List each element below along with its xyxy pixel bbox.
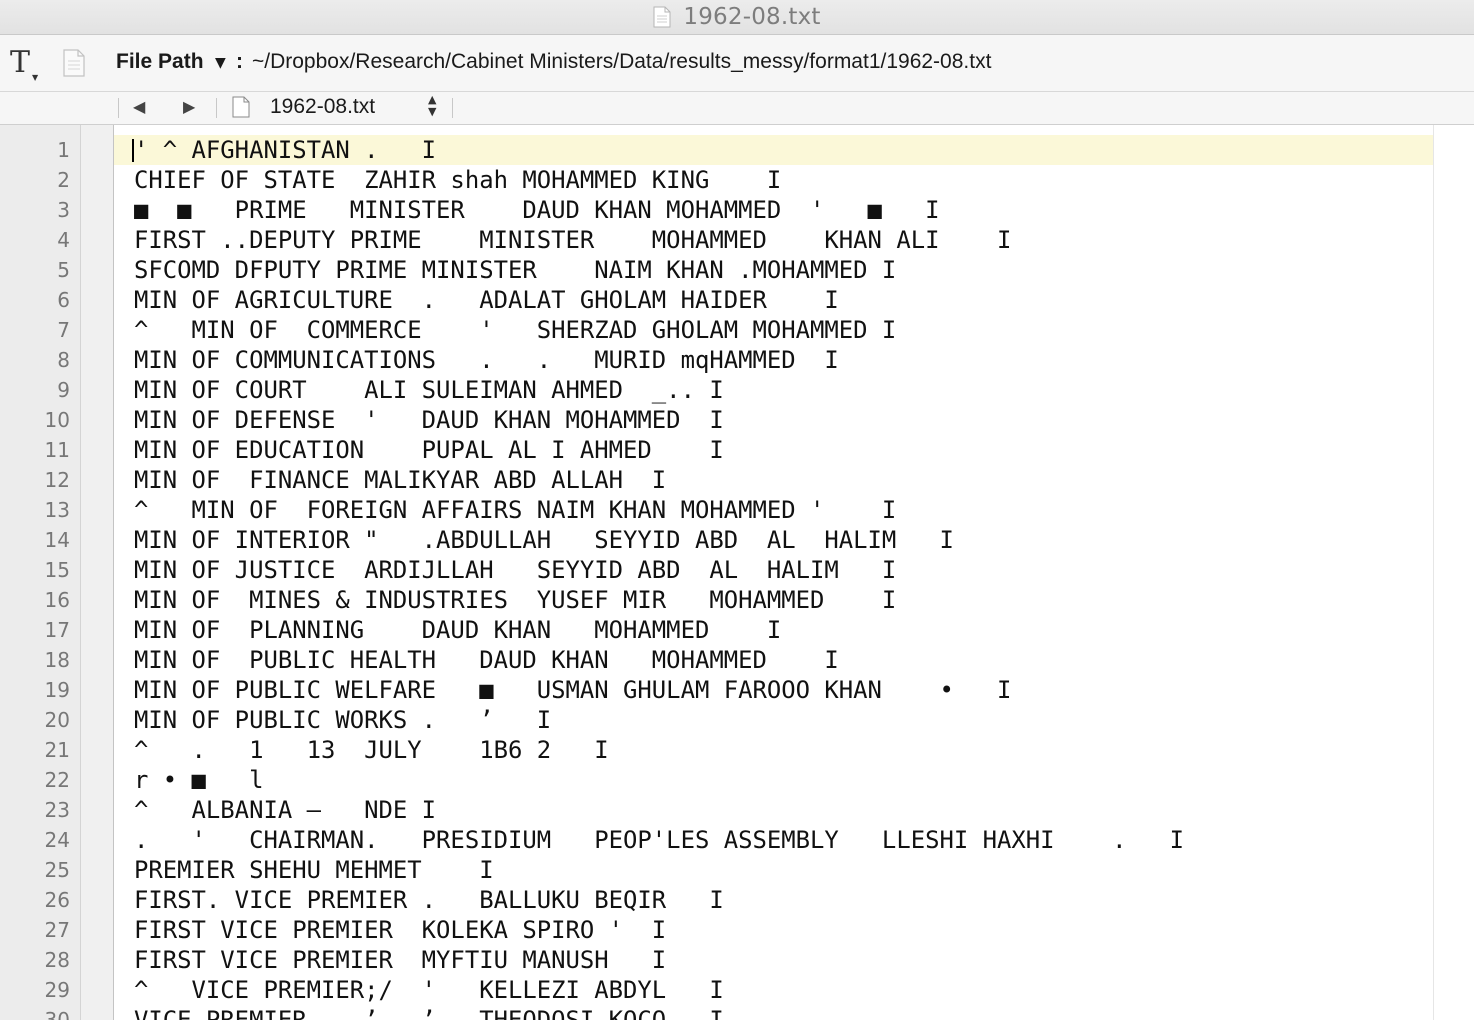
- document-icon: [653, 6, 671, 28]
- navigation-bar: ◀ ▶ 1962-08.txt ▲ ▼: [0, 92, 1474, 125]
- text-editor[interactable]: 1 2 3 4 5 6 7 8 9 10 11 12 13 14 15 16 17 18 19 20 21 22 23 24 2…: [0, 125, 1474, 1020]
- document-icon: [232, 96, 250, 118]
- line-number: 25: [44, 858, 70, 882]
- text-line[interactable]: r • ■ l: [134, 765, 1424, 795]
- line-number: 4: [57, 228, 70, 252]
- text-line[interactable]: MIN OF PUBLIC HEALTH DAUD KHAN MOHAMMED …: [134, 645, 1424, 675]
- path-bar: T ▼ File Path ▼ : ~/Dropbox/Research/Cab…: [0, 35, 1474, 92]
- fold-column[interactable]: [81, 125, 114, 1020]
- line-number: 15: [44, 558, 70, 582]
- text-line[interactable]: PREMIER SHEHU MEHMET I: [134, 855, 1424, 885]
- text-line[interactable]: CHIEF OF STATE ZAHIR shah MOHAMMED KING …: [134, 165, 1424, 195]
- text-format-button[interactable]: T ▼: [10, 45, 40, 82]
- line-number: 14: [44, 528, 70, 552]
- text-line[interactable]: MIN OF FINANCE MALIKYAR ABD ALLAH I: [134, 465, 1424, 495]
- line-number: 30: [44, 1008, 70, 1020]
- text-line[interactable]: FIRST VICE PREMIER KOLEKA SPIRO ' I: [134, 915, 1424, 945]
- divider: [452, 98, 453, 118]
- file-path-menu[interactable]: File Path: [116, 50, 204, 74]
- line-number: 29: [44, 978, 70, 1002]
- line-number: 24: [44, 828, 70, 852]
- path-colon: :: [236, 50, 243, 73]
- text-content[interactable]: ' ^ AFGHANISTAN . I CHIEF OF STATE ZAHIR …: [134, 135, 1424, 1020]
- text-line[interactable]: ^ MIN OF FOREIGN AFFAIRS NAIM KHAN MOHAM…: [134, 495, 1424, 525]
- line-number: 16: [44, 588, 70, 612]
- line-number: 8: [57, 348, 70, 372]
- text-line[interactable]: ■ ■ PRIME MINISTER DAUD KHAN MOHAMMED ' …: [134, 195, 1424, 225]
- line-number: 26: [44, 888, 70, 912]
- text-line[interactable]: MIN OF MINES & INDUSTRIES YUSEF MIR MOHA…: [134, 585, 1424, 615]
- text-line[interactable]: ^ ALBANIA – NDE I: [134, 795, 1424, 825]
- line-numbers: 1 2 3 4 5 6 7 8 9 10 11 12 13 14 15 16 17 18 19 20 21 22 23 24 2…: [0, 135, 70, 1020]
- line-number: 17: [44, 618, 70, 642]
- text-cursor: [132, 139, 134, 162]
- line-number: 23: [44, 798, 70, 822]
- text-line[interactable]: MIN OF JUSTICE ARDIJLLAH SEYYID ABD AL H…: [134, 555, 1424, 585]
- title-bar: 1962-08.txt: [0, 0, 1474, 35]
- line-number: 11: [44, 438, 70, 462]
- line-number: 19: [44, 678, 70, 702]
- text-line[interactable]: MIN OF EDUCATION PUPAL AL I AHMED I: [134, 435, 1424, 465]
- text-line[interactable]: MIN OF PUBLIC WORKS . ’ I: [134, 705, 1424, 735]
- text-line[interactable]: ^ MIN OF COMMERCE ' SHERZAD GHOLAM MOHAM…: [134, 315, 1424, 345]
- text-line[interactable]: . ' CHAIRMAN. PRESIDIUM PEOP'LES ASSEMBL…: [134, 825, 1424, 855]
- text-line[interactable]: MIN OF DEFENSE ' DAUD KHAN MOHAMMED I: [134, 405, 1424, 435]
- forward-arrow-icon[interactable]: ▶: [183, 97, 195, 116]
- line-number-gutter: 1 2 3 4 5 6 7 8 9 10 11 12 13 14 15 16 17 18 19 20 21 22 23 24 2…: [0, 125, 81, 1020]
- divider: [118, 98, 119, 118]
- text-line[interactable]: MIN OF PLANNING DAUD KHAN MOHAMMED I: [134, 615, 1424, 645]
- line-number: 7: [57, 318, 70, 342]
- line-number: 10: [44, 408, 70, 432]
- line-number: 5: [57, 258, 70, 282]
- text-line[interactable]: ^ VICE PREMIER;/ ' KELLEZI ABDYL I: [134, 975, 1424, 1005]
- text-line[interactable]: MIN OF COURT ALI SULEIMAN AHMED _.. I: [134, 375, 1424, 405]
- chevron-down-icon[interactable]: ▼: [215, 55, 226, 71]
- line-number: 28: [44, 948, 70, 972]
- line-number: 20: [44, 708, 70, 732]
- text-line[interactable]: FIRST VICE PREMIER MYFTIU MANUSH I: [134, 945, 1424, 975]
- text-line[interactable]: MIN OF COMMUNICATIONS . . MURID mqHAMMED…: [134, 345, 1424, 375]
- line-number: 21: [44, 738, 70, 762]
- line-number: 3: [57, 198, 70, 222]
- text-line[interactable]: ' ^ AFGHANISTAN . I: [134, 135, 1424, 165]
- file-path-value: ~/Dropbox/Research/Cabinet Ministers/Dat…: [252, 50, 992, 73]
- text-line[interactable]: MIN OF INTERIOR " .ABDULLAH SEYYID ABD A…: [134, 525, 1424, 555]
- text-line[interactable]: FIRST. VICE PREMIER . BALLUKU BEQIR I: [134, 885, 1424, 915]
- text-line[interactable]: ^ . 1 13 JULY 1B6 2 I: [134, 735, 1424, 765]
- line-number: 22: [44, 768, 70, 792]
- vertical-scrollbar[interactable]: [1433, 125, 1474, 1020]
- text-line[interactable]: MIN OF PUBLIC WELFARE ■ USMAN GHULAM FAR…: [134, 675, 1424, 705]
- window-title: 1962-08.txt: [683, 4, 821, 30]
- file-document-icon[interactable]: [62, 48, 86, 78]
- line-number: 6: [57, 288, 70, 312]
- line-number: 9: [57, 378, 70, 402]
- divider: [216, 98, 217, 118]
- text-line[interactable]: VICE PREMIER ’ ’ THEODOSI KOCO I: [134, 1005, 1424, 1020]
- line-number: 13: [44, 498, 70, 522]
- line-number: 1: [57, 138, 70, 162]
- line-number: 12: [44, 468, 70, 492]
- editor-window: 1962-08.txt T ▼ File Path ▼ : ~/Dropbox/…: [0, 0, 1474, 1020]
- text-line[interactable]: FIRST ..DEPUTY PRIME MINISTER MOHAMMED K…: [134, 225, 1424, 255]
- text-line[interactable]: MIN OF AGRICULTURE . ADALAT GHOLAM HAIDE…: [134, 285, 1424, 315]
- line-number: 2: [57, 168, 70, 192]
- file-selector[interactable]: 1962-08.txt: [270, 95, 375, 119]
- dropdown-arrow-icon: ▼: [32, 73, 39, 82]
- back-arrow-icon[interactable]: ◀: [133, 97, 145, 116]
- line-number: 27: [44, 918, 70, 942]
- text-line[interactable]: SFCOMD DFPUTY PRIME MINISTER NAIM KHAN .…: [134, 255, 1424, 285]
- up-down-chevron-icon[interactable]: ▲ ▼: [428, 94, 436, 118]
- text-format-icon: T: [10, 45, 31, 80]
- line-number: 18: [44, 648, 70, 672]
